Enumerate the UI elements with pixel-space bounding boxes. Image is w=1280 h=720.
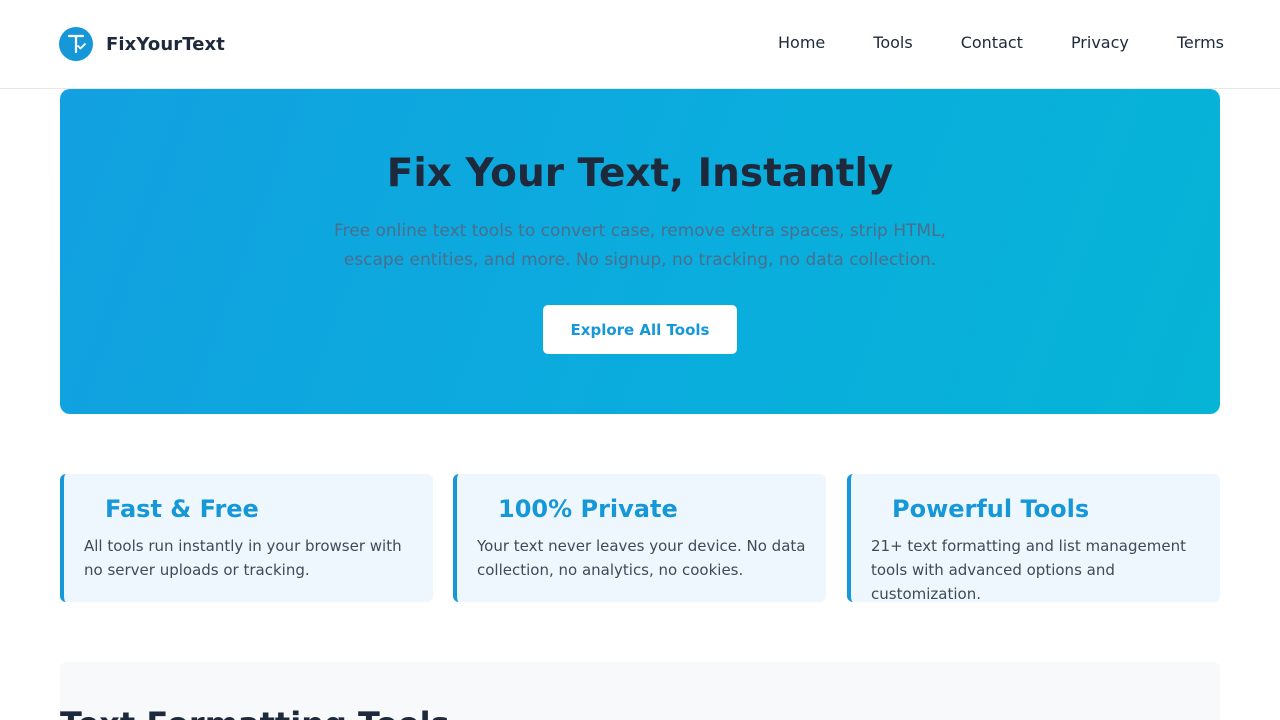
feature-card-tools: Powerful Tools 21+ text formatting and l… [847,474,1220,603]
feature-text: Your text never leaves your device. No d… [477,537,806,579]
feature-title: Powerful Tools [892,495,1090,523]
site-header: FixYourText Home Tools Contact Privacy T… [0,0,1280,89]
text-check-icon [59,27,93,61]
feature-text: All tools run instantly in your browser … [84,537,402,579]
feature-card-private: 100% Private Your text never leaves your… [453,474,826,602]
text-formatting-section: Text Formatting Tools [60,662,1220,720]
section-title: Text Formatting Tools [60,704,450,720]
feature-title: Fast & Free [105,495,259,523]
nav-contact[interactable]: Contact [961,33,1023,53]
feature-card-fast: Fast & Free All tools run instantly in y… [60,474,433,602]
brand-name: FixYourText [106,33,225,55]
hero-title: Fix Your Text, Instantly [386,151,894,196]
main-nav: Home Tools Contact Privacy Terms [730,33,1224,53]
nav-privacy[interactable]: Privacy [1071,33,1129,53]
feature-title: 100% Private [498,495,678,523]
nav-terms[interactable]: Terms [1177,33,1224,53]
hero-banner: Fix Your Text, Instantly Free online tex… [60,89,1220,414]
nav-home[interactable]: Home [778,33,825,53]
brand[interactable]: FixYourText [59,27,225,61]
feature-text: 21+ text formatting and list management … [871,537,1186,603]
explore-tools-button[interactable]: Explore All Tools [543,305,737,354]
nav-tools[interactable]: Tools [873,33,912,53]
hero-subtitle: Free online text tools to convert case, … [334,221,946,270]
